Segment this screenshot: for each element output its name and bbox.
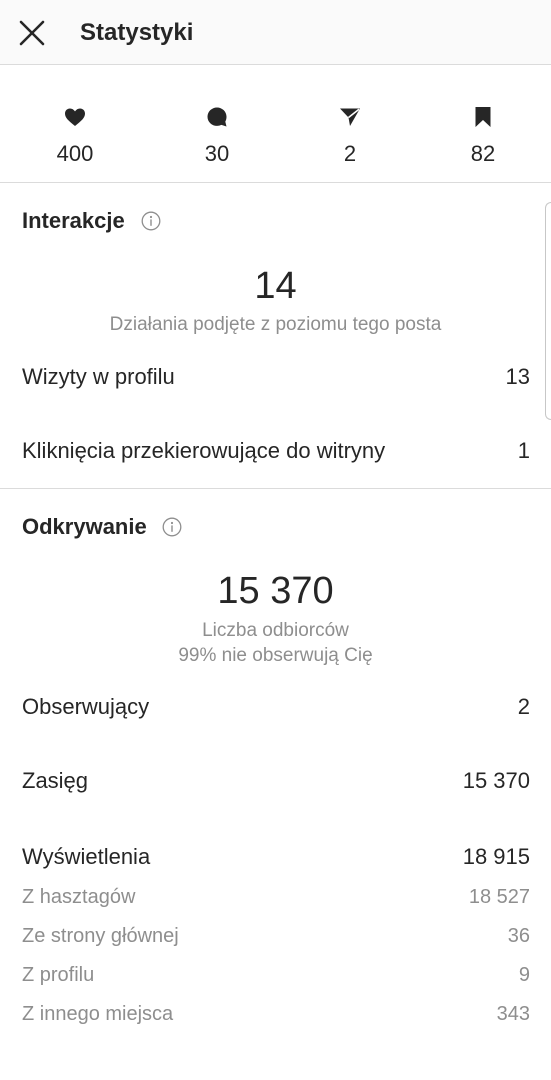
discovery-total: 15 370	[217, 570, 334, 612]
saves-count: 82	[470, 141, 496, 166]
row-label: Z innego miejsca	[22, 1003, 174, 1025]
likes-stat: 400	[25, 105, 125, 167]
impressions-row: Wyświetlenia 18 915	[22, 842, 530, 872]
saves-stat: 82	[433, 105, 533, 167]
row-label: Ze strony głównej	[22, 925, 179, 947]
audience-caption: Liczba odbiorców	[202, 620, 349, 641]
interactions-title: Interakcje	[22, 208, 125, 233]
row-label: Kliknięcia przekierowujące do witryny	[22, 438, 386, 463]
row-value: 13	[505, 364, 530, 389]
likes-count: 400	[56, 141, 94, 166]
comment-icon	[207, 107, 227, 127]
non-followers-caption: 99% nie obserwują Cię	[178, 645, 373, 666]
row-value: 9	[518, 964, 530, 986]
shares-stat: 2	[300, 105, 400, 167]
row-label: Wyświetlenia	[22, 844, 151, 869]
divider	[0, 182, 551, 183]
close-icon	[19, 20, 45, 46]
bookmark-icon	[475, 107, 491, 127]
row-value: 18 915	[462, 844, 530, 869]
row-value: 36	[507, 925, 530, 947]
row-label: Z profilu	[22, 964, 95, 986]
row-value: 2	[517, 694, 530, 719]
info-icon[interactable]	[162, 517, 182, 537]
row-value: 1	[517, 438, 530, 463]
info-icon[interactable]	[141, 211, 161, 231]
interactions-total: 14	[254, 265, 297, 307]
send-icon	[340, 108, 360, 126]
comments-stat: 30	[167, 105, 267, 167]
impressions-other-row: Z innego miejsca 343	[22, 999, 530, 1029]
discovery-title: Odkrywanie	[22, 514, 147, 539]
row-label: Obserwujący	[22, 694, 150, 719]
row-label: Z hasztagów	[22, 886, 136, 908]
comments-count: 30	[204, 141, 230, 166]
header-bar: Statystyki	[0, 0, 551, 65]
row-value: 343	[496, 1003, 530, 1025]
post-stats-row: 400 30 2 82	[0, 105, 551, 175]
row-label: Wizyty w profilu	[22, 364, 175, 389]
followers-row: Obserwujący 2	[22, 692, 530, 722]
row-value: 15 370	[462, 768, 530, 793]
divider	[0, 488, 551, 489]
close-button[interactable]	[14, 15, 50, 51]
shares-count: 2	[343, 141, 357, 166]
interactions-caption: Działania podjęte z poziomu tego posta	[109, 314, 442, 335]
heart-icon	[65, 108, 85, 126]
impressions-home-row: Ze strony głównej 36	[22, 921, 530, 951]
reach-row: Zasięg 15 370	[22, 766, 530, 796]
website-clicks-row: Kliknięcia przekierowujące do witryny 1	[22, 436, 530, 466]
impressions-profile-row: Z profilu 9	[22, 960, 530, 990]
profile-visits-row: Wizyty w profilu 13	[22, 362, 530, 392]
row-label: Zasięg	[22, 768, 89, 793]
page-title: Statystyki	[80, 19, 194, 46]
impressions-hashtags-row: Z hasztagów 18 527	[22, 882, 530, 912]
row-value: 18 527	[468, 886, 530, 908]
scroll-handle[interactable]	[545, 202, 551, 420]
